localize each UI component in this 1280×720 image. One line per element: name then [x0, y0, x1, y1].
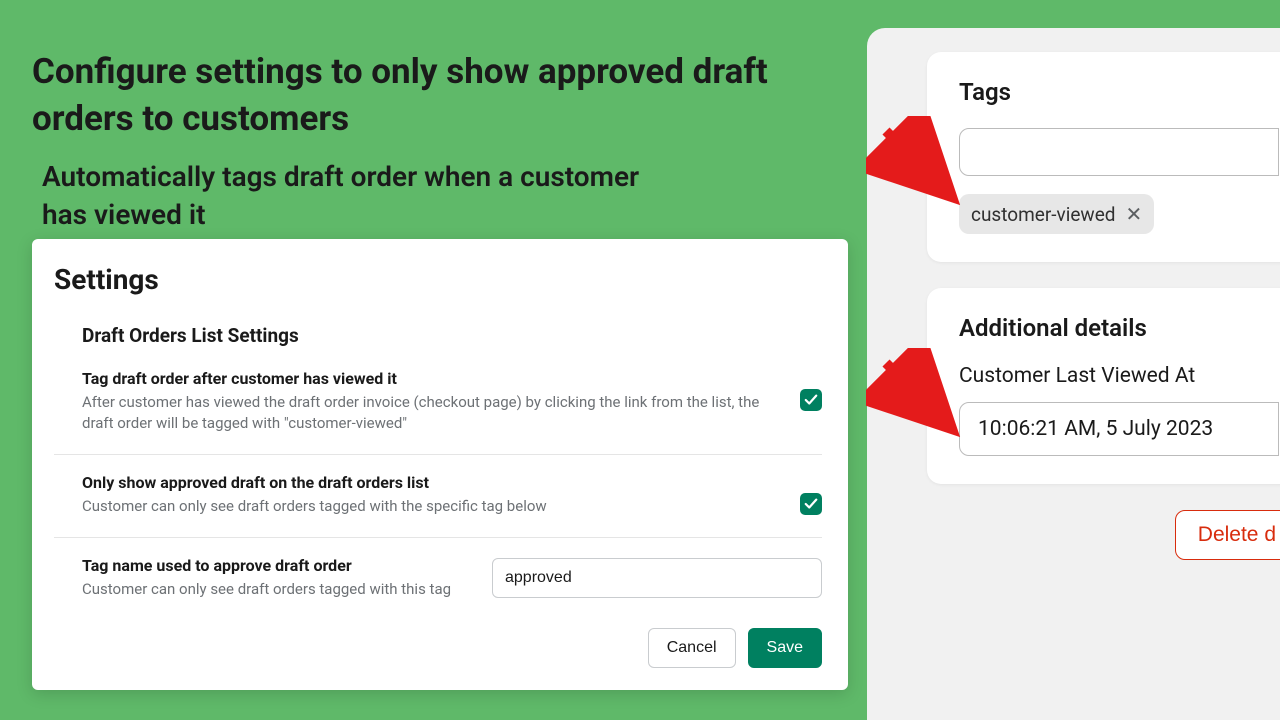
setting-desc: Customer can only see draft orders tagge…	[82, 579, 472, 600]
section-title: Draft Orders List Settings	[82, 324, 822, 347]
setting-desc: Customer can only see draft orders tagge…	[82, 496, 780, 517]
cancel-button[interactable]: Cancel	[648, 628, 736, 668]
tags-input[interactable]	[959, 128, 1279, 176]
hero-title: Configure settings to only show approved…	[32, 48, 812, 143]
settings-panel: Settings Draft Orders List Settings Tag …	[32, 239, 848, 690]
tag-remove-icon[interactable]: ✕	[1126, 202, 1143, 226]
setting-only-approved: Only show approved draft on the draft or…	[54, 473, 822, 538]
setting-tag-name: Tag name used to approve draft order Cus…	[54, 556, 822, 618]
save-button[interactable]: Save	[748, 628, 822, 668]
setting-tag-after-view: Tag draft order after customer has viewe…	[54, 369, 822, 455]
settings-title: Settings	[54, 263, 822, 296]
check-icon	[804, 393, 818, 407]
setting-label: Tag draft order after customer has viewe…	[82, 369, 780, 388]
tags-card: Tags customer-viewed ✕	[927, 52, 1280, 262]
check-icon	[804, 497, 818, 511]
details-card: Additional details Customer Last Viewed …	[927, 288, 1280, 484]
delete-button[interactable]: Delete d	[1175, 510, 1280, 560]
tag-name-input[interactable]	[492, 558, 822, 598]
tags-title: Tags	[959, 78, 1280, 106]
detail-label: Customer Last Viewed At	[959, 364, 1280, 388]
hero-subtitle: Automatically tags draft order when a cu…	[42, 158, 662, 234]
setting-label: Only show approved draft on the draft or…	[82, 473, 780, 492]
tag-chip: customer-viewed ✕	[959, 194, 1154, 234]
checkbox-tag-after-view[interactable]	[800, 389, 822, 411]
detail-value: 10:06:21 AM, 5 July 2023	[959, 402, 1279, 456]
setting-desc: After customer has viewed the draft orde…	[82, 392, 780, 434]
checkbox-only-approved[interactable]	[800, 493, 822, 515]
right-sidebar: Tags customer-viewed ✕ Additional detail…	[867, 28, 1280, 720]
tag-chip-label: customer-viewed	[971, 203, 1116, 226]
details-title: Additional details	[959, 314, 1280, 342]
setting-label: Tag name used to approve draft order	[82, 556, 472, 575]
